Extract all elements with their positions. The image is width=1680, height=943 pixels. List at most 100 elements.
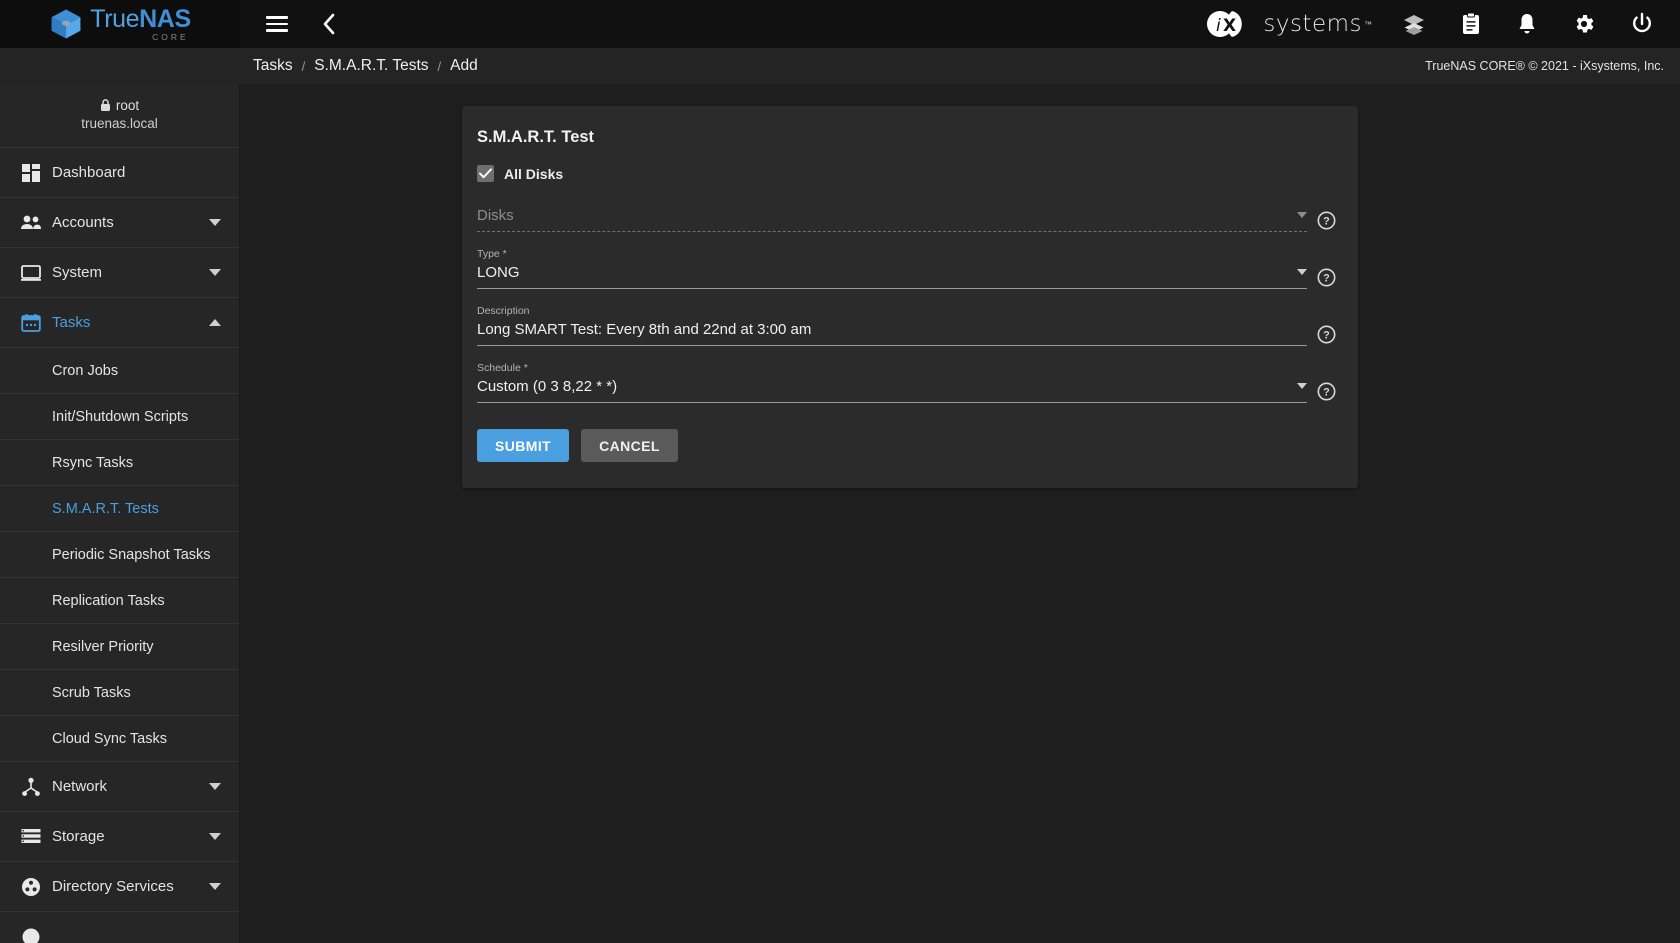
brand-edition: CORE xyxy=(152,31,189,42)
chevron-down-icon[interactable] xyxy=(1297,383,1307,389)
sidebar-item-network[interactable]: Network xyxy=(0,762,239,812)
sidebar-item-tasks[interactable]: Tasks xyxy=(0,298,239,348)
sidebar-item-rsync-tasks[interactable]: Rsync Tasks xyxy=(0,440,239,486)
power-button[interactable] xyxy=(1626,8,1658,40)
breadcrumb: Tasks / S.M.A.R.T. Tests / Add xyxy=(253,57,478,75)
all-disks-label: All Disks xyxy=(504,165,564,182)
schedule-select[interactable]: Custom (0 3 8,22 * *) xyxy=(477,377,1307,403)
chevron-up-icon[interactable] xyxy=(209,319,221,326)
settings-gear-button[interactable] xyxy=(1568,8,1600,40)
sidebar-item-init-shutdown-scripts[interactable]: Init/Shutdown Scripts xyxy=(0,394,239,440)
type-select[interactable]: LONG xyxy=(477,263,1307,289)
sidebar-subitem-label: Replication Tasks xyxy=(52,592,165,609)
sidebar-item-replication-tasks[interactable]: Replication Tasks xyxy=(0,578,239,624)
storage-layers-icon xyxy=(1404,15,1424,35)
app-shell: root truenas.local Dashboard Accounts Sy… xyxy=(0,84,1680,943)
disks-field: Disks ? xyxy=(477,206,1336,232)
breadcrumb-item-smart-tests[interactable]: S.M.A.R.T. Tests xyxy=(314,57,428,75)
hamburger-menu-button[interactable] xyxy=(262,12,292,36)
sidebar-user-block: root truenas.local xyxy=(0,84,239,148)
disks-placeholder: Disks xyxy=(477,207,514,224)
sidebar-item-label: Storage xyxy=(52,828,105,845)
chevron-down-icon[interactable] xyxy=(209,883,221,890)
cancel-button[interactable]: CANCEL xyxy=(581,429,678,462)
chevron-down-icon xyxy=(1297,212,1307,218)
checkmark-icon xyxy=(479,168,492,179)
all-disks-checkbox-row[interactable]: All Disks xyxy=(477,165,1336,182)
sidebar-subitem-label: Cloud Sync Tasks xyxy=(52,730,167,747)
sidebar-item-label: Tasks xyxy=(52,314,91,331)
network-icon xyxy=(10,777,52,797)
brand-logo[interactable]: TrueNAS CORE xyxy=(0,0,240,48)
sidebar-item-cloud-sync-tasks[interactable]: Cloud Sync Tasks xyxy=(0,716,239,762)
breadcrumb-separator: / xyxy=(437,58,442,74)
power-icon xyxy=(1633,12,1651,33)
help-circle-icon[interactable]: ? xyxy=(1317,211,1336,230)
sidebar-subitem-label: Scrub Tasks xyxy=(52,684,131,701)
breadcrumb-item-add: Add xyxy=(450,57,478,74)
sidebar-item-resilver-priority[interactable]: Resilver Priority xyxy=(0,624,239,670)
sidebar-subitem-label: Cron Jobs xyxy=(52,362,119,379)
ix-mark-icon: i X xyxy=(1207,11,1243,37)
help-circle-icon[interactable]: ? xyxy=(1317,325,1336,344)
main-content: S.M.A.R.T. Test All Disks Disks ? Type *… xyxy=(240,84,1680,943)
sidebar-item-extra[interactable] xyxy=(0,912,239,943)
schedule-field: Schedule * Custom (0 3 8,22 * *) ? xyxy=(477,362,1336,403)
form-actions: SUBMIT CANCEL xyxy=(477,429,1336,462)
description-value: Long SMART Test: Every 8th and 22nd at 3… xyxy=(477,321,812,338)
svg-text:?: ? xyxy=(1323,330,1330,342)
chevron-down-icon[interactable] xyxy=(209,269,221,276)
svg-text:?: ? xyxy=(1323,273,1330,285)
svg-text:?: ? xyxy=(1323,387,1330,399)
schedule-label: Schedule * xyxy=(477,362,528,374)
sidebar-item-periodic-snapshot-tasks[interactable]: Periodic Snapshot Tasks xyxy=(0,532,239,578)
breadcrumb-item-tasks[interactable]: Tasks xyxy=(253,57,293,75)
chevron-down-icon[interactable] xyxy=(1297,269,1307,275)
notifications-button[interactable] xyxy=(1512,8,1542,40)
copyright-text: TrueNAS CORE® © 2021 - iXsystems, Inc. xyxy=(1425,59,1664,73)
chevron-down-icon[interactable] xyxy=(209,833,221,840)
type-value: LONG xyxy=(477,264,520,281)
brand-name-true: True xyxy=(90,4,140,33)
sidebar-item-smart-tests[interactable]: S.M.A.R.T. Tests xyxy=(0,486,239,532)
chevron-down-icon[interactable] xyxy=(209,219,221,226)
svg-text:X: X xyxy=(1223,16,1236,36)
brand-name-nas: NAS xyxy=(139,4,191,33)
page-title: S.M.A.R.T. Test xyxy=(477,128,595,146)
back-button[interactable] xyxy=(318,9,340,39)
sidebar-item-scrub-tasks[interactable]: Scrub Tasks xyxy=(0,670,239,716)
sidebar-item-system[interactable]: System xyxy=(0,248,239,298)
schedule-value: Custom (0 3 8,22 * *) xyxy=(477,378,618,395)
svg-text:i: i xyxy=(1216,16,1221,36)
submit-button[interactable]: SUBMIT xyxy=(477,429,570,462)
help-circle-icon[interactable]: ? xyxy=(1317,382,1336,401)
type-label: Type * xyxy=(477,248,507,260)
help-circle-icon[interactable]: ? xyxy=(1317,268,1336,287)
sidebar-item-storage[interactable]: Storage xyxy=(0,812,239,862)
top-bar: TrueNAS CORE i X systems ™ xyxy=(0,0,1680,48)
smart-test-form-card: S.M.A.R.T. Test All Disks Disks ? Type *… xyxy=(462,106,1358,488)
sidebar-item-accounts[interactable]: Accounts xyxy=(0,198,239,248)
sidebar-subitem-label: Periodic Snapshot Tasks xyxy=(52,546,211,563)
sidebar-subitem-label: S.M.A.R.T. Tests xyxy=(52,500,159,517)
trademark-mark: ™ xyxy=(1364,19,1372,29)
storage-layers-button[interactable] xyxy=(1398,8,1430,40)
all-disks-checkbox[interactable] xyxy=(477,165,494,182)
directory-services-icon xyxy=(10,877,52,897)
sidebar-username: root xyxy=(115,98,140,113)
chevron-down-icon[interactable] xyxy=(209,783,221,790)
description-field: Description Long SMART Test: Every 8th a… xyxy=(477,305,1336,346)
gear-settings-icon xyxy=(1576,15,1594,33)
description-input[interactable]: Long SMART Test: Every 8th and 22nd at 3… xyxy=(477,320,1307,346)
sidebar-subitem-label: Resilver Priority xyxy=(52,638,154,655)
sidebar-item-dashboard[interactable]: Dashboard xyxy=(0,148,239,198)
storage-list-icon xyxy=(10,828,52,846)
jobs-clipboard-button[interactable] xyxy=(1456,8,1486,40)
sidebar-item-directory-services[interactable]: Directory Services xyxy=(0,862,239,912)
sidebar-item-cron-jobs[interactable]: Cron Jobs xyxy=(0,348,239,394)
hamburger-icon xyxy=(266,16,288,32)
tasks-calendar-icon xyxy=(10,313,52,333)
ixsystems-wordmark: systems xyxy=(1263,11,1362,37)
sidebar-subitem-label: Init/Shutdown Scripts xyxy=(52,408,189,425)
type-field: Type * LONG ? xyxy=(477,248,1336,289)
